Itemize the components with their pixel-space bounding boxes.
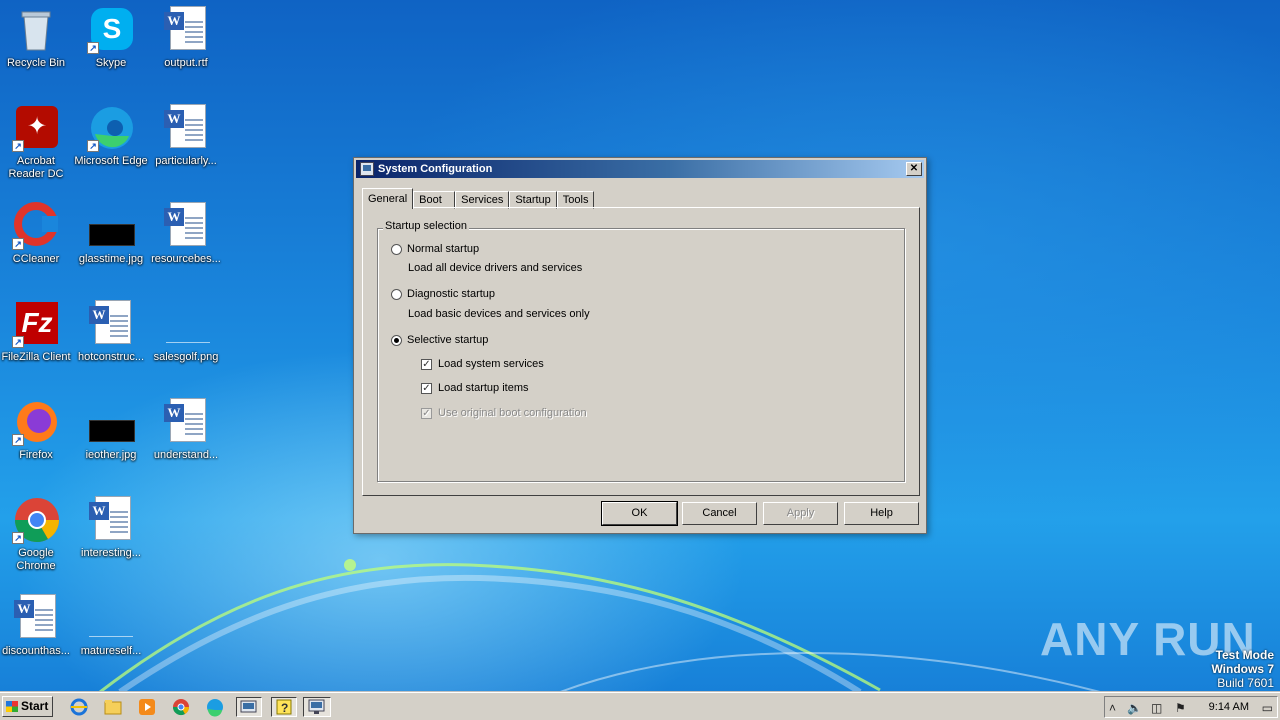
normal-startup-desc: Load all device drivers and services <box>408 262 583 274</box>
word-document-icon: W <box>87 300 135 348</box>
group-label: Startup selection <box>383 220 469 232</box>
desktop-icon-glasstime[interactable]: glasstime.jpg <box>73 196 149 280</box>
show-hidden-icons-icon[interactable]: ˄ <box>1109 701 1116 715</box>
normal-startup-radio[interactable]: Normal startup <box>391 243 479 255</box>
check-mark-icon: ✓ <box>421 407 432 419</box>
apply-button: Apply <box>763 502 838 525</box>
msconfig-icon <box>360 162 374 176</box>
radio-normal-indicator <box>391 243 402 255</box>
image-file-icon <box>87 594 135 642</box>
desktop-icon-particularly[interactable]: W particularly... <box>148 98 224 182</box>
svg-text:?: ? <box>281 701 288 715</box>
test-mode-line2: Windows 7 <box>1211 662 1274 676</box>
desktop-icon-understand[interactable]: W understand... <box>148 392 224 476</box>
desktop-icon-firefox[interactable]: ↗ Firefox <box>0 392 74 476</box>
start-button[interactable]: Start <box>2 696 53 717</box>
diagnostic-startup-label: Diagnostic startup <box>407 288 496 300</box>
acrobat-icon: ✦ ↗ <box>12 104 60 152</box>
word-document-icon: W <box>162 398 210 446</box>
radio-diagnostic-indicator <box>391 288 402 300</box>
tab-strip: General Boot Services Startup Tools <box>362 187 595 209</box>
media-player-icon[interactable] <box>136 697 158 717</box>
image-file-icon <box>87 398 135 446</box>
recycle-bin-icon <box>12 6 60 54</box>
show-desktop-icon[interactable]: ▭ <box>1262 701 1273 715</box>
desktop-icon-edge[interactable]: ↗ Microsoft Edge <box>73 98 149 182</box>
desktop-icon-discounthas[interactable]: W discounthas... <box>0 588 74 672</box>
word-document-icon: W <box>162 104 210 152</box>
general-tab-panel: Startup selection Normal startup Load al… <box>362 207 920 496</box>
load-startup-items-label: Load startup items <box>438 382 529 394</box>
close-button[interactable]: ✕ <box>906 162 922 176</box>
edge-icon: ↗ <box>87 104 135 152</box>
radio-selective-indicator <box>391 334 402 346</box>
desktop-icon-salesgolf[interactable]: salesgolf.png <box>148 294 224 378</box>
normal-startup-label: Normal startup <box>407 243 480 255</box>
ccleaner-icon: ↗ <box>12 202 60 250</box>
filezilla-icon: Fz ↗ <box>12 300 60 348</box>
desktop-icon-matureself[interactable]: matureself... <box>73 588 149 672</box>
load-startup-items-checkbox[interactable]: ✓ Load startup items <box>421 382 529 394</box>
desktop-icon-recycle-bin[interactable]: Recycle Bin <box>0 0 74 84</box>
tab-general[interactable]: General <box>362 188 414 209</box>
system-config-icon[interactable] <box>303 697 331 717</box>
check-mark-icon: ✓ <box>421 382 432 394</box>
word-document-icon: W <box>162 6 210 54</box>
chrome-icon: ↗ <box>12 496 60 544</box>
word-document-icon: W <box>162 202 210 250</box>
desktop-icon-skype[interactable]: S ↗ Skype <box>73 0 149 84</box>
diagnostic-startup-desc: Load basic devices and services only <box>408 308 590 320</box>
use-original-boot-config-checkbox: ✓ Use original boot configuration <box>421 407 587 419</box>
selective-startup-label: Selective startup <box>407 334 489 346</box>
use-original-boot-config-label: Use original boot configuration <box>438 407 587 419</box>
desktop-icon-ccleaner[interactable]: ↗ CCleaner <box>0 196 74 280</box>
desktop-icon-hotconstruc[interactable]: W hotconstruc... <box>73 294 149 378</box>
load-system-services-checkbox[interactable]: ✓ Load system services <box>421 358 544 370</box>
desktop-icon-interesting[interactable]: W interesting... <box>73 490 149 574</box>
file-explorer-icon[interactable] <box>102 697 124 717</box>
system-configuration-window: System Configuration ✕ General Boot Serv… <box>353 157 927 534</box>
help-button[interactable]: Help <box>844 502 919 525</box>
edge-icon[interactable] <box>204 697 226 717</box>
network-icon[interactable]: ◫ <box>1151 701 1162 715</box>
help-icon[interactable]: ? <box>271 697 297 717</box>
desktop-icon-chrome[interactable]: ↗ Google Chrome <box>0 490 74 574</box>
test-mode-line1: Test Mode <box>1215 648 1274 662</box>
desktop-icon-ieother[interactable]: ieother.jpg <box>73 392 149 476</box>
action-center-flag-icon[interactable]: ⚑ <box>1175 701 1186 715</box>
firefox-icon: ↗ <box>12 398 60 446</box>
test-mode-notice: Test Mode Windows 7 Build 7601 <box>1211 648 1274 690</box>
cancel-button[interactable]: Cancel <box>682 502 757 525</box>
selective-startup-radio[interactable]: Selective startup <box>391 334 488 346</box>
taskbar: Start ? ˄ 🔈 ◫ ⚑ 9:14 AM ▭ <box>0 692 1280 720</box>
system-tray: ˄ 🔈 ◫ ⚑ 9:14 AM ▭ <box>1104 696 1278 718</box>
skype-icon: S ↗ <box>87 6 135 54</box>
msconfig-taskbar-icon[interactable] <box>236 697 262 717</box>
load-system-services-label: Load system services <box>438 358 544 370</box>
desktop-icon-resourcebes[interactable]: W resourcebes... <box>148 196 224 280</box>
image-file-icon <box>162 300 210 348</box>
desktop-icon-acrobat[interactable]: ✦ ↗ Acrobat Reader DC <box>0 98 74 182</box>
test-mode-line3: Build 7601 <box>1217 676 1274 690</box>
windows-logo-icon <box>6 701 18 712</box>
clock[interactable]: 9:14 AM <box>1209 701 1249 713</box>
word-document-icon: W <box>12 594 60 642</box>
image-file-icon <box>87 202 135 250</box>
chrome-icon[interactable] <box>170 697 192 717</box>
check-mark-icon: ✓ <box>421 358 432 370</box>
desktop-icon-output-rtf[interactable]: W output.rtf <box>148 0 224 84</box>
volume-icon[interactable]: 🔈 <box>1127 701 1142 715</box>
start-label: Start <box>21 699 49 713</box>
desktop-icon-filezilla[interactable]: Fz ↗ FileZilla Client <box>0 294 74 378</box>
internet-explorer-icon[interactable] <box>68 697 90 717</box>
diagnostic-startup-radio[interactable]: Diagnostic startup <box>391 288 495 300</box>
window-title: System Configuration <box>378 163 493 175</box>
ok-button[interactable]: OK <box>601 501 678 526</box>
word-document-icon: W <box>87 496 135 544</box>
title-bar[interactable]: System Configuration ✕ <box>356 160 924 178</box>
